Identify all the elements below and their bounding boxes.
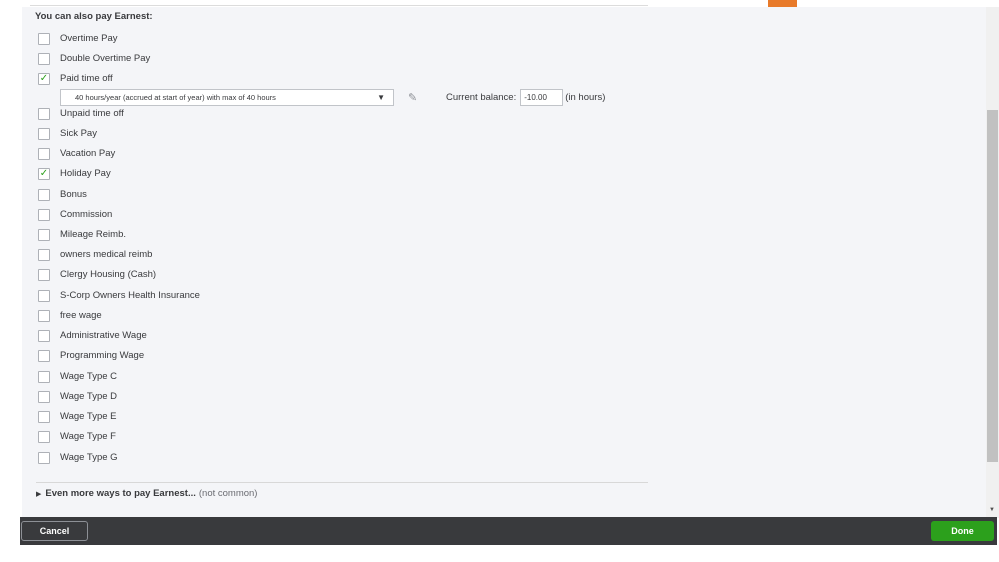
checkbox-label: Wage Type F: [60, 431, 116, 442]
checkbox-row-holiday-pay[interactable]: ✓ Holiday Pay: [38, 166, 111, 181]
checkbox[interactable]: ✓: [38, 167, 50, 180]
even-more-ways-toggle[interactable]: ▶ Even more ways to pay Earnest... (not …: [36, 488, 257, 499]
checkbox-label: Sick Pay: [60, 128, 97, 139]
checkbox-label: Wage Type E: [60, 411, 117, 422]
vertical-scrollbar[interactable]: ▼: [986, 7, 999, 518]
checkmark-icon: ✓: [39, 72, 49, 84]
checkbox[interactable]: [38, 370, 50, 383]
checkbox-row-overtime-pay[interactable]: Overtime Pay: [38, 31, 118, 46]
checkbox-label: Unpaid time off: [60, 108, 124, 119]
checkbox-row-commission[interactable]: Commission: [38, 207, 112, 222]
checkbox-label: Holiday Pay: [60, 168, 111, 179]
checkbox-label: free wage: [60, 310, 102, 321]
checkbox-row-bonus[interactable]: Bonus: [38, 187, 87, 202]
checkbox[interactable]: [38, 188, 50, 201]
checkbox[interactable]: [38, 107, 50, 120]
checkbox-row-owners-medical-reimb[interactable]: owners medical reimb: [38, 247, 152, 262]
current-balance-input[interactable]: [520, 89, 564, 106]
checkbox[interactable]: [38, 147, 50, 160]
top-divider: [30, 5, 648, 6]
checkbox-row-sick-pay[interactable]: Sick Pay: [38, 126, 97, 141]
checkbox-label: Bonus: [60, 189, 87, 200]
checkbox-label: S-Corp Owners Health Insurance: [60, 290, 200, 301]
checkbox-label: Programming Wage: [60, 350, 145, 361]
checkbox-label: Mileage Reimb.: [60, 229, 126, 240]
done-button[interactable]: Done: [931, 521, 994, 541]
caret-down-icon: ▼: [377, 93, 385, 102]
checkbox[interactable]: [38, 309, 50, 322]
checkbox[interactable]: [38, 228, 50, 241]
pto-policy-value: 40 hours/year (accrued at start of year)…: [75, 93, 276, 102]
scrollbar-thumb[interactable]: [987, 110, 998, 462]
pay-types-panel: You can also pay Earnest: Overtime Pay D…: [22, 7, 986, 518]
checkbox[interactable]: [38, 268, 50, 281]
checkbox[interactable]: [38, 349, 50, 362]
pto-policy-select[interactable]: 40 hours/year (accrued at start of year)…: [60, 89, 394, 106]
cancel-button[interactable]: Cancel: [21, 521, 88, 541]
checkbox-row-wage-type-f[interactable]: Wage Type F: [38, 429, 116, 444]
checkbox-label: Administrative Wage: [60, 330, 147, 341]
checkbox[interactable]: [38, 451, 50, 464]
checkbox[interactable]: [38, 248, 50, 261]
checkbox[interactable]: [38, 127, 50, 140]
checkbox-label: Paid time off: [60, 73, 113, 84]
checkbox[interactable]: [38, 390, 50, 403]
checkbox[interactable]: [38, 410, 50, 423]
balance-unit-label: (in hours): [565, 92, 606, 103]
checkbox-row-paid-time-off[interactable]: ✓ Paid time off: [38, 71, 113, 86]
checkbox-label: Double Overtime Pay: [60, 53, 151, 64]
section-divider: [36, 482, 648, 483]
checkmark-icon: ✓: [39, 167, 49, 179]
checkbox-row-mileage-reimb[interactable]: Mileage Reimb.: [38, 227, 126, 242]
checkbox-label: Vacation Pay: [60, 148, 116, 159]
checkbox-row-wage-type-e[interactable]: Wage Type E: [38, 409, 117, 424]
checkbox[interactable]: [38, 430, 50, 443]
checkbox-row-wage-type-g[interactable]: Wage Type G: [38, 450, 118, 465]
triangle-right-icon: ▶: [36, 490, 42, 498]
footer-bar: Cancel Done: [20, 517, 997, 545]
checkbox[interactable]: [38, 32, 50, 45]
checkbox-label: Wage Type D: [60, 391, 118, 402]
section-heading: You can also pay Earnest:: [35, 11, 153, 22]
current-balance-label: Current balance:: [446, 92, 517, 103]
checkbox-row-programming-wage[interactable]: Programming Wage: [38, 348, 144, 363]
checkbox-label: Commission: [60, 209, 113, 220]
checkbox-row-wage-type-d[interactable]: Wage Type D: [38, 389, 117, 404]
checkbox-row-wage-type-c[interactable]: Wage Type C: [38, 369, 117, 384]
even-more-ways-label: Even more ways to pay Earnest...: [45, 488, 196, 499]
checkbox-row-s-corp-owners-health-insurance[interactable]: S-Corp Owners Health Insurance: [38, 288, 200, 303]
pto-policy-row: 40 hours/year (accrued at start of year)…: [60, 89, 605, 106]
checkbox-label: Overtime Pay: [60, 33, 118, 44]
checkbox-row-free-wage[interactable]: free wage: [38, 308, 102, 323]
checkbox-label: Clergy Housing (Cash): [60, 269, 157, 280]
checkbox-label: Wage Type C: [60, 371, 118, 382]
checkbox[interactable]: [38, 208, 50, 221]
checkbox-row-double-overtime-pay[interactable]: Double Overtime Pay: [38, 51, 150, 66]
checkbox-row-vacation-pay[interactable]: Vacation Pay: [38, 146, 115, 161]
checkbox[interactable]: [38, 329, 50, 342]
not-common-label: (not common): [198, 488, 258, 499]
checkbox-label: owners medical reimb: [60, 249, 153, 260]
checkbox-row-clergy-housing[interactable]: Clergy Housing (Cash): [38, 267, 156, 282]
checkbox[interactable]: [38, 289, 50, 302]
checkbox[interactable]: ✓: [38, 72, 50, 85]
checkbox-label: Wage Type G: [60, 452, 118, 463]
checkbox[interactable]: [38, 52, 50, 65]
checkbox-row-unpaid-time-off[interactable]: Unpaid time off: [38, 106, 124, 121]
scroll-down-arrow-icon[interactable]: ▼: [989, 507, 995, 513]
orange-tab: [768, 0, 797, 7]
pencil-icon[interactable]: ✎: [408, 91, 422, 104]
checkbox-row-administrative-wage[interactable]: Administrative Wage: [38, 328, 147, 343]
